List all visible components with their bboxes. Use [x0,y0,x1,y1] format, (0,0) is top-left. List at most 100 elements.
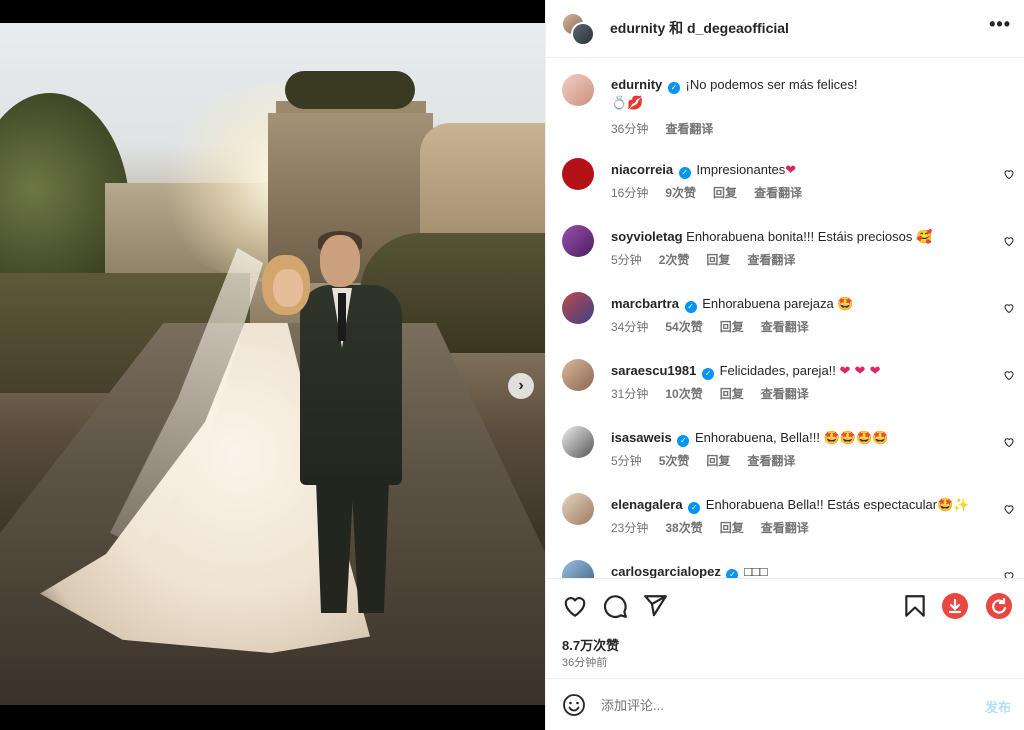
avatar[interactable] [562,225,594,257]
see-translation-link[interactable]: 查看翻译 [754,184,802,201]
share-icon[interactable] [642,593,668,619]
post-button[interactable]: 发布 [985,697,1011,716]
verified-icon: ✓ [667,82,680,94]
verified-icon: ✓ [677,435,690,447]
photo-bush [285,71,415,109]
comment-body: Enhorabuena Bella!! Estás espectacular [705,497,938,512]
post-header: edurnity 和 d_degeaofficial ••• [546,0,1024,58]
comment-meta: 31分钟 10次赞 回复 查看翻译 [611,385,809,402]
comment-body: Impresionantes [696,162,786,177]
see-translation-link[interactable]: 查看翻译 [761,318,809,335]
comment-time[interactable]: 23分钟 [611,519,648,536]
smile-icon[interactable] [562,693,586,717]
comment-meta: 34分钟 54次赞 回复 查看翻译 [611,318,809,335]
comment-time[interactable]: 5分钟 [611,251,642,268]
comment-username[interactable]: isasaweis [611,430,672,445]
comment-text: saraescu1981 ✓ Felicidades, pareja!! ❤ ❤… [611,362,989,381]
post-timestamp[interactable]: 36分钟前 [562,654,607,670]
comment-body: Enhorabuena parejaza [702,296,834,311]
see-translation-link[interactable]: 查看翻译 [761,519,809,536]
photo-groom-suit [300,285,402,485]
avatar[interactable] [562,74,594,106]
comment-likes[interactable]: 10次赞 [665,385,702,402]
comment-username[interactable]: carlosgarcialopez [611,564,721,578]
reply-link[interactable]: 回复 [706,452,730,469]
caption-username[interactable]: edurnity [611,77,662,92]
comment-emoji: □□□ [744,564,768,578]
heart-icon[interactable] [1003,168,1015,180]
comment-body: Enhorabuena, Bella!!! [694,430,821,445]
comment-icon[interactable] [602,593,628,619]
avatar[interactable] [562,359,594,391]
verified-icon: ✓ [678,167,691,179]
verified-icon: ✓ [726,569,739,578]
caption-emojis: 💍💋 [611,96,644,111]
avatar[interactable] [562,292,594,324]
reply-link[interactable]: 回复 [720,385,744,402]
comment-time[interactable]: 31分钟 [611,385,648,402]
post-photo[interactable]: › [0,23,545,705]
chevron-right-icon[interactable]: › [508,373,534,399]
post-authors[interactable]: edurnity 和 d_degeaofficial [610,18,789,38]
see-translation-link[interactable]: 查看翻译 [747,251,795,268]
verified-icon: ✓ [688,502,701,514]
comment-username[interactable]: niacorreia [611,162,673,177]
comments-list[interactable]: edurnity ✓ ¡No podemos ser más felices! … [546,58,1024,578]
comment-username[interactable]: saraescu1981 [611,363,696,378]
comment-time[interactable]: 5分钟 [611,452,642,469]
comment-username[interactable]: marcbartra [611,296,679,311]
post-details-panel: edurnity 和 d_degeaofficial ••• edurnity … [545,0,1024,730]
heart-icon[interactable] [1003,235,1015,247]
avatar[interactable] [562,158,594,190]
bookmark-icon[interactable] [902,593,928,619]
heart-icon[interactable] [1003,436,1015,448]
comment-meta: 23分钟 38次赞 回复 查看翻译 [611,519,809,536]
caption-body: ¡No podemos ser más felices! [685,77,858,92]
comment-emoji: ❤ ❤ ❤ [839,364,881,379]
heart-icon[interactable] [562,593,588,619]
verified-icon: ✓ [701,368,714,380]
reply-link[interactable]: 回复 [706,251,730,268]
comment-emoji: ❤ [785,163,797,178]
comment-likes[interactable]: 2次赞 [659,251,690,268]
caption-meta: 36分钟 查看翻译 [611,120,713,137]
comment-input[interactable] [601,693,961,717]
comment-meta: 5分钟 5次赞 回复 查看翻译 [611,452,795,469]
avatar[interactable] [562,493,594,525]
reply-link[interactable]: 回复 [720,318,744,335]
comment-likes[interactable]: 5次赞 [659,452,690,469]
reply-link[interactable]: 回复 [713,184,737,201]
heart-icon[interactable] [1003,302,1015,314]
comment-body: Felicidades, pareja!! [719,363,836,378]
heart-icon[interactable] [1003,369,1015,381]
comment-time[interactable]: 34分钟 [611,318,648,335]
comment-body: Enhorabuena bonita!!! Estáis preciosos [686,229,913,244]
caption-time[interactable]: 36分钟 [611,120,648,137]
comment-username[interactable]: elenagalera [611,497,683,512]
avatar [571,22,595,46]
comment-time[interactable]: 16分钟 [611,184,648,201]
more-icon[interactable]: ••• [989,14,1011,35]
heart-icon[interactable] [1003,570,1015,578]
download-icon[interactable] [942,593,968,619]
comment-text: niacorreia ✓ Impresionantes❤ [611,161,989,180]
comment-emoji: 🤩🤩🤩🤩 [823,431,889,446]
author-avatars[interactable] [561,12,595,46]
verified-icon: ✓ [684,301,697,313]
heart-icon[interactable] [1003,503,1015,515]
like-count[interactable]: 8.7万次赞 [562,635,619,654]
caption-text: edurnity ✓ ¡No podemos ser más felices! … [611,76,989,113]
avatar[interactable] [562,560,594,578]
comment-likes[interactable]: 54次赞 [665,318,702,335]
comment-likes[interactable]: 9次赞 [665,184,696,201]
comment-username[interactable]: soyvioletag [611,229,683,244]
see-translation-link[interactable]: 查看翻译 [747,452,795,469]
see-translation-link[interactable]: 查看翻译 [761,385,809,402]
avatar[interactable] [562,426,594,458]
see-translation-link[interactable]: 查看翻译 [665,120,713,137]
photo-bride-face [273,269,303,307]
comment-meta: 5分钟 2次赞 回复 查看翻译 [611,251,795,268]
comment-likes[interactable]: 38次赞 [665,519,702,536]
refresh-icon[interactable] [986,593,1012,619]
reply-link[interactable]: 回复 [720,519,744,536]
